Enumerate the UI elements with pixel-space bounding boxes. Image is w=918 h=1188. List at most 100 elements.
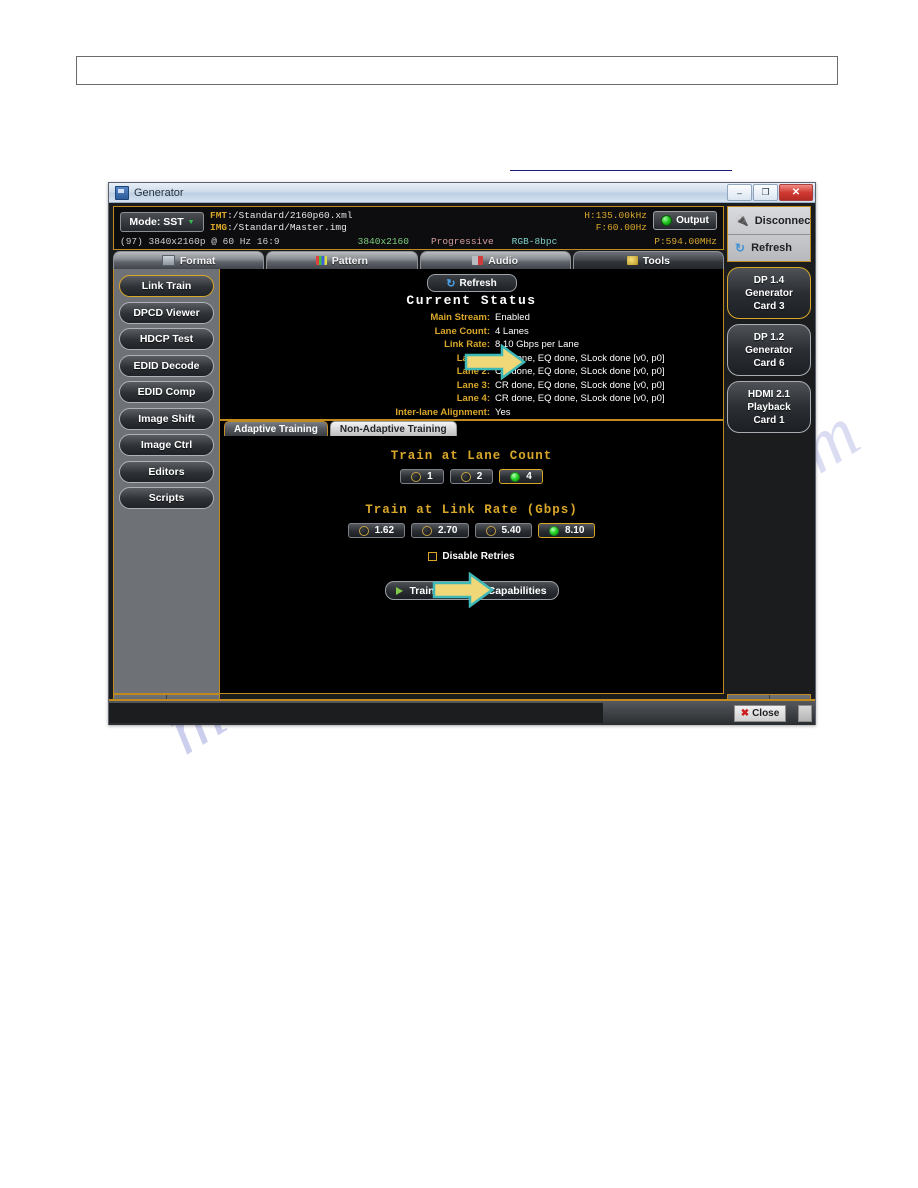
device-card-line2: Generator: [745, 344, 793, 356]
rail-item-dpcd-viewer[interactable]: DPCD Viewer: [119, 301, 214, 324]
link-rate-option-270-label: 2.70: [438, 525, 458, 536]
status-key: Main Stream:: [430, 312, 490, 323]
minimize-button[interactable]: –: [727, 184, 752, 201]
disable-retries-row[interactable]: Disable Retries: [220, 551, 723, 562]
rail-item-edid-decode[interactable]: EDID Decode: [119, 354, 214, 377]
right-rail-actions: 🔌 Disconnect ↻ Refresh: [727, 206, 814, 262]
refresh-icon: ↻: [735, 241, 746, 255]
close-window-button[interactable]: ✕: [779, 184, 813, 201]
close-button[interactable]: ✖ Close: [734, 704, 786, 722]
scan-type-value: Progressive: [430, 236, 494, 247]
link-rate-option-162[interactable]: 1.62: [347, 523, 406, 538]
tab-pattern[interactable]: Pattern: [266, 251, 418, 269]
radio-dot-icon-selected: [510, 471, 521, 482]
tab-format[interactable]: Format: [113, 251, 265, 269]
refresh-status-button[interactable]: ↻ Refresh: [426, 274, 517, 292]
radio-dot-icon: [460, 471, 471, 482]
generator-window: Generator – ❐ ✕ Mode: SST ▼ FMT:/Standar…: [108, 182, 816, 725]
audio-icon: [472, 256, 484, 265]
inner-tab-adaptive-training[interactable]: Adaptive Training: [224, 421, 328, 436]
color-format-value: RGB-8bpc: [511, 236, 558, 247]
tab-pattern-label: Pattern: [331, 254, 368, 267]
chevron-down-icon: ▼: [187, 218, 195, 226]
img-value: :/Standard/Master.img: [227, 221, 347, 233]
radio-dot-icon: [485, 525, 496, 536]
pixel-clock-value: P:594.00MHz: [654, 236, 717, 247]
app-body: Mode: SST ▼ FMT:/Standard/2160p60.xml IM…: [109, 203, 815, 725]
lane-count-option-2[interactable]: 2: [449, 469, 494, 484]
disconnect-label: Disconnect: [754, 214, 814, 227]
close-x-icon: ✖: [740, 707, 750, 719]
status-key: Lane 4:: [456, 393, 490, 404]
train-button-label: Train Based on Capabilities: [409, 584, 547, 597]
lane-count-option-4[interactable]: 4: [499, 469, 543, 484]
device-card-line3: Card 3: [753, 300, 785, 312]
tab-audio[interactable]: Audio: [419, 251, 571, 269]
v-frequency: F:60.00Hz: [595, 222, 647, 233]
resize-grip[interactable]: [798, 704, 812, 722]
output-toggle-button[interactable]: Output: [653, 211, 717, 230]
document-top-box: [76, 56, 838, 85]
lane-count-option-1[interactable]: 1: [400, 469, 444, 484]
mode-dropdown[interactable]: Mode: SST ▼: [120, 212, 204, 232]
rail-item-edid-comp[interactable]: EDID Comp: [119, 381, 214, 403]
device-card-dp12-generator[interactable]: DP 1.2 Generator Card 6: [727, 324, 811, 376]
rail-item-image-ctrl[interactable]: Image Ctrl: [119, 434, 214, 456]
window-buttons: – ❐ ✕: [727, 184, 813, 201]
status-value: Yes: [495, 406, 511, 418]
timing-summary-row: (97) 3840x2160p @ 60 Hz 16:9 3840x2160 P…: [120, 236, 717, 247]
device-card-line2: Playback: [747, 401, 791, 413]
window-titlebar: Generator – ❐ ✕: [109, 183, 815, 203]
rail-item-editors[interactable]: Editors: [119, 460, 214, 483]
output-label: Output: [676, 215, 709, 226]
device-card-hdmi21-playback[interactable]: HDMI 2.1 Playback Card 1: [727, 381, 811, 433]
content-panel: ↻ Refresh Current Status Main Stream: En…: [220, 269, 724, 694]
device-card-line1: HDMI 2.1: [747, 388, 791, 400]
monitor-icon: [161, 255, 175, 266]
status-value: CR done, EQ done, SLock done [v0, p0]: [495, 352, 665, 364]
disconnect-button[interactable]: 🔌 Disconnect: [728, 207, 814, 234]
radio-dot-icon-selected: [548, 525, 559, 536]
lane-count-option-1-label: 1: [427, 471, 433, 482]
status-key: Inter-lane Alignment:: [395, 406, 490, 418]
radio-dot-icon: [422, 525, 433, 536]
play-icon: [396, 586, 404, 595]
disable-retries-checkbox[interactable]: [428, 552, 438, 561]
format-paths: FMT:/Standard/2160p60.xml IMG:/Standard/…: [210, 210, 353, 233]
status-key: Lane 3:: [456, 379, 490, 391]
fmt-value: :/Standard/2160p60.xml: [227, 210, 353, 221]
status-bar: ✖ Close: [109, 699, 815, 725]
status-key: Link Rate:: [444, 339, 490, 350]
tab-tools[interactable]: Tools: [572, 251, 724, 269]
img-label: IMG: [210, 221, 228, 233]
right-refresh-button[interactable]: ↻ Refresh: [728, 234, 810, 261]
lane-count-option-2-label: 2: [476, 471, 483, 482]
tab-tools-label: Tools: [642, 254, 670, 267]
status-row: Inter-lane Alignment: Yes: [220, 406, 723, 420]
maximize-button[interactable]: ❐: [753, 184, 778, 201]
inner-tab-non-adaptive-training[interactable]: Non-Adaptive Training: [329, 421, 457, 436]
main-tab-bar: Format Pattern Audio Tools: [113, 251, 724, 269]
lane-count-heading: Train at Lane Count: [390, 449, 553, 463]
resolution-value: 3840x2160: [357, 236, 409, 247]
tools-icon: [626, 256, 638, 265]
link-rate-option-270[interactable]: 2.70: [411, 523, 469, 538]
rail-item-scripts[interactable]: Scripts: [119, 487, 214, 509]
device-card-line1: DP 1.2: [753, 331, 785, 343]
rail-item-image-shift[interactable]: Image Shift: [119, 407, 214, 430]
rail-item-link-train[interactable]: Link Train: [119, 275, 214, 297]
fmt-label: FMT: [210, 210, 228, 221]
inner-tab-bar: Adaptive Training Non-Adaptive Training: [224, 421, 457, 436]
status-row: Lane 1: CR done, EQ done, SLock done [v0…: [220, 352, 723, 366]
link-rate-option-810[interactable]: 8.10: [537, 523, 596, 538]
status-value: Enabled: [495, 312, 530, 323]
status-row: Lane 3: CR done, EQ done, SLock done [v0…: [220, 379, 723, 393]
rail-item-hdcp-test[interactable]: HDCP Test: [119, 328, 214, 350]
train-based-on-capabilities-button[interactable]: Train Based on Capabilities: [384, 581, 559, 600]
fmt-path-row: FMT:/Standard/2160p60.xml: [210, 210, 353, 222]
link-rate-option-540[interactable]: 5.40: [474, 523, 532, 538]
status-value: CR done, EQ done, SLock done [v0, p0]: [495, 366, 665, 377]
status-readout-list: Main Stream: Enabled Lane Count: 4 Lanes…: [220, 311, 723, 419]
device-card-dp14-generator[interactable]: DP 1.4 Generator Card 3: [727, 267, 811, 319]
refresh-label: Refresh: [459, 277, 497, 289]
